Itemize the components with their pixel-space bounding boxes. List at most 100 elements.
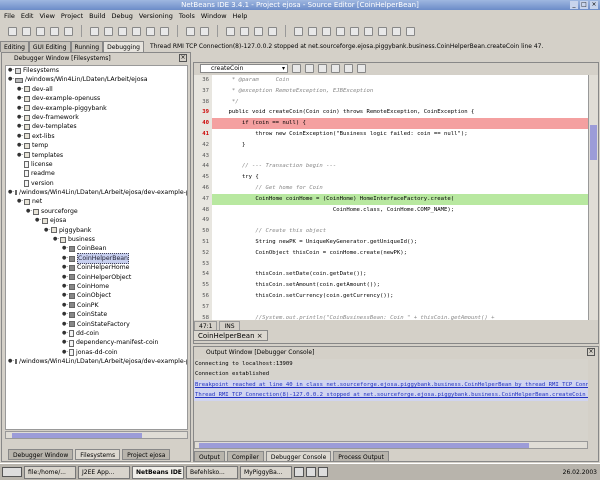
expand-toggle-icon[interactable]: ●-	[62, 310, 68, 319]
line-number[interactable]: 39	[194, 107, 212, 119]
expand-toggle-icon[interactable]: ●-	[62, 254, 68, 263]
tab-debugger-console[interactable]: Debugger Console	[265, 451, 332, 462]
expand-toggle-icon[interactable]: ●-	[17, 197, 23, 206]
tree-node[interactable]: ●- CoinStateFactory	[6, 320, 187, 329]
tree-node[interactable]: ●- /windows/Win4Lin/LDaten/LArbeit/ejosa/…	[6, 188, 187, 197]
line-number[interactable]: 58	[194, 312, 212, 320]
tree-node[interactable]: ●- net	[6, 197, 187, 206]
save-icon[interactable]	[36, 26, 45, 36]
expand-toggle-icon[interactable]: ●-	[8, 75, 14, 84]
tree-node[interactable]: ●- ejosa	[6, 216, 187, 225]
taskbar-button[interactable]: Befehlsko...	[186, 465, 238, 479]
tree-node[interactable]: ●- CoinHelperObject	[6, 273, 187, 282]
tab-process-output[interactable]: Process Output	[333, 451, 389, 462]
taskbar-button[interactable]: MyPiggyBa...	[240, 465, 292, 479]
expand-toggle-icon[interactable]: ●-	[17, 85, 23, 94]
line-number[interactable]: 56	[194, 290, 212, 302]
scroll-thumb[interactable]	[590, 125, 597, 160]
tab-project-ejosa[interactable]: Project ejosa	[122, 449, 171, 460]
tree-node[interactable]: ●- business	[6, 235, 187, 244]
tree-node[interactable]: ●- dev-framework	[6, 113, 187, 122]
tray-icon[interactable]	[306, 467, 316, 477]
find-icon[interactable]	[292, 64, 301, 73]
tree-node[interactable]: version	[6, 179, 187, 188]
tree-node[interactable]: ●- CoinHome	[6, 282, 187, 291]
tree-node[interactable]: ●- piggybank	[6, 226, 187, 235]
compile-icon[interactable]	[226, 26, 235, 36]
taskbar-button[interactable]: file:/home/...	[24, 465, 76, 479]
line-number[interactable]: 43	[194, 150, 212, 162]
line-number[interactable]: 54	[194, 269, 212, 281]
redo-icon[interactable]	[160, 26, 169, 36]
continue-icon[interactable]	[336, 26, 345, 36]
line-number[interactable]: 41	[194, 128, 212, 140]
expand-toggle-icon[interactable]: ●-	[17, 151, 23, 160]
execute-icon[interactable]	[254, 26, 263, 36]
expand-toggle-icon[interactable]: ●-	[8, 66, 14, 75]
tree-node[interactable]: license	[6, 160, 187, 169]
minimize-button[interactable]: _	[570, 1, 578, 9]
debug-icon[interactable]	[268, 26, 277, 36]
expand-toggle-icon[interactable]: ●-	[17, 94, 23, 103]
taskbar-button[interactable]: NetBeans IDE	[132, 465, 184, 479]
menu-project[interactable]: Project	[61, 10, 83, 22]
console-line[interactable]: Thread RMI TCP Connection(8)-127.0.0.2 s…	[194, 390, 588, 401]
undo-icon[interactable]	[146, 26, 155, 36]
tab-debugger-window[interactable]: Debugger Window	[8, 449, 74, 460]
horizontal-scrollbar[interactable]	[5, 431, 188, 439]
expand-toggle-icon[interactable]: ●-	[62, 348, 68, 357]
tree-node[interactable]: ●- Filesystems	[6, 66, 187, 75]
copy-icon[interactable]	[104, 26, 113, 36]
replace-icon[interactable]	[305, 64, 314, 73]
tab-output[interactable]: Output	[194, 451, 225, 462]
step-into-icon[interactable]	[308, 26, 317, 36]
start-menu-icon[interactable]	[2, 467, 22, 477]
tab-gui-editing[interactable]: GUI Editing	[28, 41, 71, 52]
tree-node[interactable]: ●- CoinHelperHome	[6, 263, 187, 272]
line-number[interactable]: 48	[194, 204, 212, 216]
menu-tools[interactable]: Tools	[179, 10, 195, 22]
vertical-scrollbar[interactable]	[588, 75, 598, 320]
menu-view[interactable]: View	[39, 10, 54, 22]
watch-icon[interactable]	[378, 26, 387, 36]
expand-toggle-icon[interactable]: ●-	[62, 291, 68, 300]
expand-toggle-icon[interactable]: ●-	[62, 263, 68, 272]
close-icon[interactable]: ×	[587, 348, 595, 356]
taskbar-button[interactable]: J2EE App...	[78, 465, 130, 479]
line-number[interactable]: 52	[194, 247, 212, 259]
expand-toggle-icon[interactable]: ●-	[17, 113, 23, 122]
find-in-files-icon[interactable]	[200, 26, 209, 36]
menu-help[interactable]: Help	[233, 10, 248, 22]
tab-editing[interactable]: Editing	[0, 41, 29, 52]
file-tab-coinhelperbean[interactable]: CoinHelperBean ×	[193, 330, 268, 341]
line-number[interactable]: 53	[194, 258, 212, 270]
tree-node[interactable]: ●- dev-example-piggybank	[6, 104, 187, 113]
line-number[interactable]: 44	[194, 161, 212, 173]
tree-node[interactable]: ●- /windows/Win4Lin/LDaten/LArbeit/ejosa/…	[6, 357, 187, 366]
code-area[interactable]: 36 * @param Coin 37 * @exception RemoteEx…	[194, 75, 588, 320]
tree-node[interactable]: ●- dev-example-openuss	[6, 94, 187, 103]
line-number[interactable]: 47	[194, 193, 212, 205]
line-number[interactable]: 49	[194, 215, 212, 227]
tree-node[interactable]: ●- CoinState	[6, 310, 187, 319]
tree-node[interactable]: ●- templates	[6, 151, 187, 160]
tree-node[interactable]: ●- /windows/Win4Lin/LDaten/LArbeit/ejosa	[6, 75, 187, 84]
evaluate-icon[interactable]	[392, 26, 401, 36]
tab-compiler[interactable]: Compiler	[226, 451, 264, 462]
menu-versioning[interactable]: Versioning	[139, 10, 173, 22]
tree-node[interactable]: ●- CoinPK	[6, 301, 187, 310]
expand-toggle-icon[interactable]: ●-	[62, 301, 68, 310]
tree-node[interactable]: ●- sourceforge	[6, 207, 187, 216]
menu-edit[interactable]: Edit	[21, 10, 34, 22]
delete-icon[interactable]	[132, 26, 141, 36]
tree-node[interactable]: ●- dev-all	[6, 85, 187, 94]
tray-icon[interactable]	[318, 467, 328, 477]
expand-toggle-icon[interactable]: ●-	[17, 104, 23, 113]
close-button[interactable]: ×	[590, 1, 598, 9]
menu-file[interactable]: File	[4, 10, 15, 22]
scroll-thumb[interactable]	[12, 433, 142, 438]
expand-toggle-icon[interactable]: ●-	[17, 141, 23, 150]
line-number[interactable]: 37	[194, 85, 212, 97]
expand-toggle-icon[interactable]: ●-	[62, 320, 68, 329]
menu-window[interactable]: Window	[201, 10, 227, 22]
